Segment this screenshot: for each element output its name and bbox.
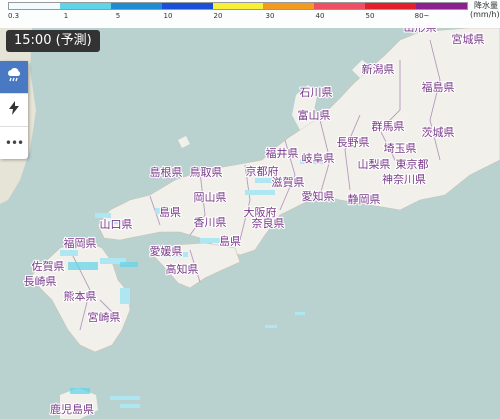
prefecture-label: 香川県 bbox=[194, 216, 227, 229]
legend-swatch bbox=[161, 3, 213, 9]
prefecture-label: 富山県 bbox=[298, 108, 331, 122]
legend-tick: 50 bbox=[365, 12, 375, 20]
prefecture-label: 神奈川県 bbox=[382, 172, 426, 186]
prefecture-label: 岐阜県 bbox=[302, 152, 335, 165]
prefecture-label: 静岡県 bbox=[348, 192, 381, 206]
prefecture-label: 鹿児島県 bbox=[50, 402, 94, 416]
legend-swatch bbox=[263, 3, 315, 9]
legend-swatch bbox=[365, 3, 417, 9]
legend-swatch bbox=[110, 3, 162, 9]
layer-toolbar: ••• bbox=[0, 61, 28, 159]
legend-tick: 5 bbox=[115, 12, 121, 20]
more-button[interactable]: ••• bbox=[0, 126, 28, 159]
prefecture-label: 群馬県 bbox=[372, 119, 405, 133]
prefecture-label: 島県 bbox=[159, 205, 181, 219]
more-icon: ••• bbox=[4, 136, 24, 150]
rain-layer-button[interactable] bbox=[0, 61, 28, 93]
prefecture-label: 熊本県 bbox=[64, 289, 97, 303]
prefecture-label: 埼玉県 bbox=[384, 141, 417, 155]
precipitation-legend: 0.3 1 5 10 20 30 40 50 80~ 降水量 (mm/h) bbox=[0, 0, 500, 28]
prefecture-label: 佐賀県 bbox=[32, 259, 65, 273]
legend-tick: 80~ bbox=[414, 12, 430, 20]
legend-tick: 40 bbox=[315, 12, 325, 20]
prefecture-label: 福井県 bbox=[266, 146, 299, 160]
prefecture-label: 東京都 bbox=[396, 157, 429, 171]
prefecture-label: 岡山県 bbox=[194, 191, 227, 204]
prefecture-label: 長崎県 bbox=[24, 274, 57, 288]
forecast-time-badge: 15:00 (予測) bbox=[6, 30, 100, 52]
prefecture-label: 鳥取県 bbox=[190, 165, 223, 179]
lightning-layer-button[interactable] bbox=[0, 93, 28, 126]
legend-swatch bbox=[9, 3, 60, 9]
prefecture-label: 長野県 bbox=[337, 136, 370, 149]
legend-unit-mmh: (mm/h) bbox=[470, 10, 500, 19]
legend-swatch bbox=[416, 3, 468, 9]
prefecture-label: 宮城県 bbox=[452, 32, 485, 46]
legend-tick: 10 bbox=[163, 12, 173, 20]
lightning-icon bbox=[7, 100, 21, 120]
prefecture-label: 茨城県 bbox=[422, 125, 455, 139]
map-canvas[interactable]: 山形県 宮城県 新潟県 石川県 福島県 富山県 群馬県 茨城県 長野県 埼玉県 … bbox=[0, 0, 500, 419]
legend-tick: 0.3 bbox=[8, 12, 20, 20]
prefecture-label: 愛知県 bbox=[302, 189, 335, 203]
legend-color-scale bbox=[8, 2, 468, 10]
prefecture-label: 愛媛県 bbox=[150, 244, 183, 258]
prefecture-label: 福島県 bbox=[422, 80, 455, 94]
prefecture-label: 山口県 bbox=[100, 218, 133, 231]
legend-tick: 1 bbox=[63, 12, 69, 20]
prefecture-label: 高知県 bbox=[166, 262, 199, 276]
legend-unit: 降水量 (mm/h) bbox=[470, 1, 500, 19]
prefecture-label: 福岡県 bbox=[64, 236, 97, 250]
legend-swatch bbox=[59, 3, 111, 9]
legend-tick: 20 bbox=[213, 12, 223, 20]
prefecture-label: 新潟県 bbox=[362, 62, 395, 76]
legend-swatch bbox=[212, 3, 264, 9]
legend-tick: 30 bbox=[265, 12, 275, 20]
legend-swatch bbox=[314, 3, 366, 9]
prefecture-label: 山梨県 bbox=[358, 157, 391, 171]
prefecture-label: 石川県 bbox=[300, 86, 333, 99]
legend-unit-title: 降水量 bbox=[474, 1, 498, 10]
rain-cloud-icon bbox=[6, 67, 22, 87]
prefecture-label: 滋賀県 bbox=[272, 176, 305, 189]
prefecture-label: 島県 bbox=[219, 234, 241, 248]
prefecture-label: 奈良県 bbox=[252, 216, 285, 230]
prefecture-label: 島根県 bbox=[150, 165, 183, 179]
prefecture-label: 宮崎県 bbox=[88, 310, 121, 324]
